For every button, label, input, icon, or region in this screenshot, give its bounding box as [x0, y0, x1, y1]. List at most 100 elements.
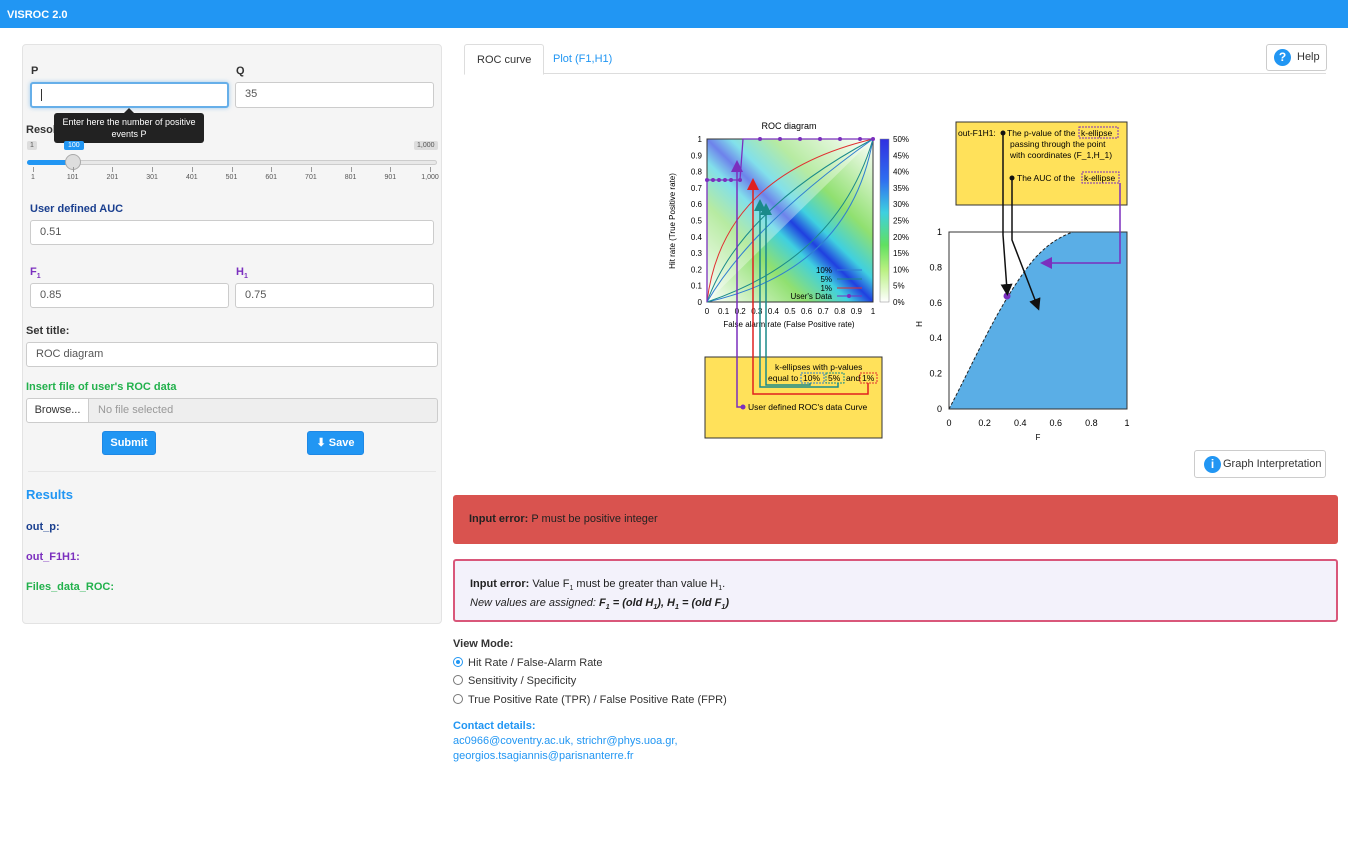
error-alert-f1h1: Input error: Value F1 must be greater th… — [453, 559, 1338, 622]
f1h1-note-line1b: k-ellipse — [1081, 128, 1112, 138]
error-alert-p: Input error: P must be positive integer — [453, 495, 1338, 544]
f1h1-x-ticks: 0 0.2 0.4 0.6 0.8 1 — [946, 418, 1129, 428]
f1h1-point — [1003, 292, 1011, 300]
out-p-label: out_p: — [26, 521, 60, 533]
legend-user-dot — [847, 294, 851, 298]
f1h1-y-tick: 0.8 — [929, 262, 942, 272]
colorbar-tick: 20% — [893, 233, 909, 242]
user-data-point — [798, 137, 802, 141]
f1h1-note-line4a: The AUC of the — [1017, 173, 1075, 183]
colorbar-tick: 0% — [893, 298, 905, 307]
files-data-label: Files_data_ROC: — [26, 581, 115, 593]
f1h1-x-tick: 1 — [1124, 418, 1129, 428]
f1h1-note-line3: with coordinates (F_1,H_1) — [1009, 150, 1112, 160]
error-line1: Input error: Value F1 must be greater th… — [470, 578, 726, 593]
legend-10: 10% — [816, 266, 832, 275]
roc-note-5: 5% — [828, 373, 841, 383]
colorbar-ticks: 50% 45% 40% 35% 30% 25% 20% 15% 10% 5% 0% — [893, 135, 909, 307]
user-data-point — [838, 137, 842, 141]
divider — [28, 471, 436, 472]
colorbar-tick: 15% — [893, 249, 909, 258]
roc-note-10: 10% — [803, 373, 820, 383]
roc-x-tick: 1 — [871, 307, 876, 316]
graph-interpretation-button[interactable]: i Graph Interpretation — [1194, 450, 1326, 478]
contact-label: Contact details: — [453, 720, 536, 732]
roc-y-tick: 0.5 — [691, 217, 703, 226]
roc-y-tick: 0.2 — [691, 265, 703, 274]
user-data-point — [729, 178, 733, 182]
colorbar-tick: 30% — [893, 200, 909, 209]
user-data-point — [818, 137, 822, 141]
roc-y-ticks: 0 0.1 0.2 0.3 0.4 0.5 0.6 0.7 0.8 0.9 1 — [691, 135, 703, 307]
info-icon: i — [1204, 456, 1221, 473]
f1h1-ylabel: H — [915, 321, 924, 327]
f1h1-x-tick: 0.6 — [1050, 418, 1063, 428]
colorbar-tick: 45% — [893, 151, 909, 160]
roc-note-equal: equal to — [768, 373, 799, 383]
roc-y-tick: 0.1 — [691, 282, 703, 291]
colorbar-tick: 10% — [893, 265, 909, 274]
roc-x-tick: 0 — [705, 307, 710, 316]
colorbar-tick: 25% — [893, 217, 909, 226]
user-data-point — [723, 178, 727, 182]
roc-note-and: and — [846, 373, 860, 383]
user-data-point — [758, 137, 762, 141]
f1h1-y-tick: 0 — [937, 404, 942, 414]
radio-button[interactable] — [453, 694, 463, 704]
colorbar-tick: 40% — [893, 168, 909, 177]
roc-x-ticks: 0 0.1 0.2 0.3 0.4 0.5 0.6 0.7 0.8 0.9 1 — [705, 307, 876, 316]
radio-button[interactable] — [453, 675, 463, 685]
user-data-point — [858, 137, 862, 141]
roc-note-line3: User defined ROC's data Curve — [748, 402, 868, 412]
f1h1-x-tick: 0.4 — [1014, 418, 1027, 428]
f1h1-note-name: out-F1H1: — [958, 128, 996, 138]
user-data-point — [871, 137, 875, 141]
f1h1-y-tick: 1 — [937, 227, 942, 237]
out-f1h1-label: out_F1H1: — [26, 551, 80, 563]
roc-y-tick: 0.9 — [691, 151, 703, 160]
f1h1-xlabel: F — [1036, 433, 1041, 442]
roc-x-tick: 0.7 — [818, 307, 830, 316]
user-data-point — [711, 178, 715, 182]
legend-5: 5% — [820, 275, 832, 284]
f1h1-x-tick: 0.2 — [978, 418, 991, 428]
roc-y-tick: 0 — [698, 298, 703, 307]
f1h1-note-line1a: The p-value of the — [1007, 128, 1076, 138]
view-mode-label: View Mode: — [453, 638, 514, 650]
roc-x-tick: 0.1 — [718, 307, 730, 316]
charts-svg: ROC diagram 0 0.1 0.2 0.3 0.4 0.5 0.6 0.7 0.8 0.9… — [668, 121, 1130, 442]
results-title: Results — [26, 487, 73, 502]
user-data-point — [717, 178, 721, 182]
error-line2: New values are assigned: F1 = (old H1), … — [470, 597, 729, 612]
roc-x-tick: 0.5 — [784, 307, 796, 316]
roc-x-tick: 0.9 — [851, 307, 863, 316]
f1h1-y-tick: 0.4 — [929, 333, 942, 343]
f1h1-x-tick: 0.8 — [1085, 418, 1098, 428]
radio-sensitivity[interactable]: Sensitivity / Specificity — [453, 674, 576, 688]
roc-x-tick: 0.6 — [801, 307, 813, 316]
colorbar-tick: 5% — [893, 282, 905, 291]
contact-emails-1[interactable]: ac0966@coventry.ac.uk, strichr@phys.uoa.… — [453, 735, 678, 747]
user-data-point — [778, 137, 782, 141]
roc-x-tick: 0.4 — [768, 307, 780, 316]
roc-y-tick: 0.3 — [691, 249, 703, 258]
roc-ylabel: Hit rate (True Positive rate) — [668, 173, 677, 269]
f1h1-y-ticks: 0 0.2 0.4 0.6 0.8 1 — [929, 227, 942, 414]
legend-user: User's Data — [790, 292, 832, 301]
roc-note-1: 1% — [862, 373, 875, 383]
roc-y-tick: 0.6 — [691, 200, 703, 209]
radio-button[interactable] — [453, 657, 463, 667]
roc-y-tick: 0.7 — [691, 184, 703, 193]
roc-xlabel: False alarm rate (False Positive rate) — [723, 320, 854, 329]
arrow-user-start — [740, 404, 746, 410]
f1h1-y-tick: 0.6 — [929, 298, 942, 308]
radio-tpr-fpr[interactable]: True Positive Rate (TPR) / False Positiv… — [453, 693, 727, 707]
radio-hit-rate[interactable]: Hit Rate / False-Alarm Rate — [453, 656, 602, 670]
roc-y-tick: 0.8 — [691, 168, 703, 177]
roc-colorbar — [879, 138, 890, 303]
roc-y-tick: 0.4 — [691, 233, 703, 242]
roc-title: ROC diagram — [761, 121, 816, 131]
roc-note-line1: k-ellipses with p-values — [775, 362, 862, 372]
colorbar-tick: 50% — [893, 135, 909, 144]
contact-emails-2[interactable]: georgios.tsagiannis@parisnanterre.fr — [453, 750, 634, 762]
